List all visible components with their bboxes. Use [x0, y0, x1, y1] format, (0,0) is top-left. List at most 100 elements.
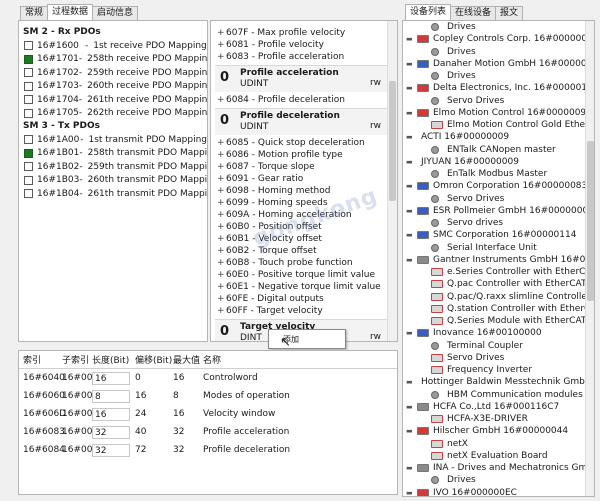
vendor-node[interactable]: ▬ IVO 16#000000EC — [403, 487, 594, 497]
table-row[interactable]: 16#6084 16#00 32 72 32 Profile deceleration — [19, 441, 397, 459]
object-row[interactable]: +6086 - Motion profile type — [211, 149, 397, 161]
expand-icon[interactable]: + — [217, 27, 226, 39]
device-group-node[interactable]: netX Evaluation Board — [403, 450, 594, 462]
collapse-icon[interactable]: ▬ — [406, 156, 414, 168]
pdo-row[interactable]: 16#1703-260th receive PDO Mapping — [19, 80, 207, 94]
vendor-node[interactable]: ▬ Hottinger Baldwin Messtechnik GmbH — [403, 376, 594, 388]
pdo-checkbox[interactable] — [24, 95, 33, 105]
object-entry-box[interactable]: 0 Profile acceleration UDINT rw — [215, 65, 395, 92]
object-row[interactable]: +60B2 - Torque offset — [211, 245, 397, 257]
object-row[interactable]: +6083 - Profile acceleration — [211, 51, 397, 63]
vendor-node[interactable]: ▬ Gantner Instruments GmbH 16#00000026 — [403, 254, 594, 266]
length-field[interactable]: 16 — [92, 371, 130, 385]
pdo-checkbox[interactable] — [24, 189, 33, 199]
length-field[interactable]: 32 — [92, 425, 130, 439]
table-row[interactable]: 16#606D 16#00 16 24 16 Velocity window — [19, 405, 397, 423]
expand-icon[interactable]: + — [217, 161, 226, 173]
collapse-icon[interactable]: ▬ — [406, 33, 414, 45]
object-row[interactable]: +60B8 - Touch probe function — [211, 257, 397, 269]
table-row[interactable]: 16#6040 16#00 16 0 16 Controlword — [19, 369, 397, 387]
vendor-node[interactable]: ▬ Elmo Motion Control 16#0000009A — [403, 107, 594, 119]
object-row[interactable]: +60E0 - Positive torque limit value — [211, 269, 397, 281]
collapse-icon[interactable]: ▬ — [406, 107, 414, 119]
vendor-node[interactable]: ▬ ACTI 16#00000009 — [403, 131, 594, 143]
expand-icon[interactable]: + — [217, 233, 226, 245]
object-list-scrollbar[interactable] — [387, 21, 397, 341]
collapse-icon[interactable]: ▬ — [406, 487, 414, 497]
device-group-node[interactable]: Serial Interface Unit — [403, 242, 594, 254]
device-group-node[interactable]: Servo Drives — [403, 193, 594, 205]
pdo-row[interactable]: 16#1A00-1st transmit PDO Mapping — [19, 133, 207, 147]
table-row[interactable]: 16#6060 16#00 8 16 8 Modes of operation — [19, 387, 397, 405]
pdo-row[interactable]: 16#1B03-260th transmit PDO Mapping — [19, 174, 207, 188]
pdo-row[interactable]: 16#1704-261th receive PDO Mapping — [19, 93, 207, 107]
expand-icon[interactable]: + — [217, 245, 226, 257]
collapse-icon[interactable]: ▬ — [406, 462, 414, 474]
vendor-node[interactable]: ▬ Omron Corporation 16#00000083 — [403, 180, 594, 192]
device-group-node[interactable]: Elmo Motion Control Gold EtherCAT — [403, 119, 594, 131]
object-row[interactable]: +60E1 - Negative torque limit value — [211, 281, 397, 293]
tab-messages[interactable]: 报文 — [495, 6, 524, 20]
tab-startup-info[interactable]: 启动信息 — [92, 6, 139, 20]
vendor-node[interactable]: ▬ ESR Pollmeier GmbH 16#0000000F — [403, 205, 594, 217]
object-row[interactable]: +6085 - Quick stop deceleration — [211, 137, 397, 149]
expand-icon[interactable]: + — [217, 209, 226, 221]
object-row[interactable]: +6081 - Profile velocity — [211, 39, 397, 51]
collapse-icon[interactable]: ▬ — [406, 401, 414, 413]
length-field[interactable]: 16 — [92, 407, 130, 421]
expand-icon[interactable]: + — [217, 94, 226, 106]
table-cell[interactable]: 8 — [92, 389, 135, 403]
device-group-node[interactable]: netX — [403, 438, 594, 450]
length-field[interactable]: 32 — [92, 443, 130, 457]
device-group-node[interactable]: Drives — [403, 70, 594, 82]
object-row[interactable]: +6091 - Gear ratio — [211, 173, 397, 185]
collapse-icon[interactable]: ▬ — [406, 82, 414, 94]
tab-online-devices[interactable]: 在线设备 — [450, 6, 497, 20]
device-group-node[interactable]: Drives — [403, 474, 594, 486]
pdo-checkbox[interactable] — [24, 148, 33, 158]
collapse-icon[interactable]: ▬ — [406, 376, 414, 388]
device-group-node[interactable]: HBM Communication modules — [403, 389, 594, 401]
collapse-icon[interactable]: ▬ — [406, 229, 414, 241]
table-cell[interactable]: 32 — [92, 425, 135, 439]
pdo-row[interactable]: 16#1701-258th receive PDO Mapping — [19, 53, 207, 67]
expand-icon[interactable]: + — [217, 137, 226, 149]
expand-icon[interactable]: + — [217, 221, 226, 233]
pdo-row[interactable]: 16#1B02-259th transmit PDO Mapping — [19, 160, 207, 174]
device-group-node[interactable]: HCFA-X3E-DRIVER — [403, 413, 594, 425]
pdo-row[interactable]: 16#1B01-258th transmit PDO Mapping — [19, 147, 207, 161]
vendor-node[interactable]: ▬ Inovance 16#00100000 — [403, 327, 594, 339]
device-group-node[interactable]: Drives — [403, 46, 594, 58]
expand-icon[interactable]: + — [217, 305, 226, 317]
pdo-checkbox[interactable] — [24, 54, 33, 64]
object-row[interactable]: +6087 - Torque slope — [211, 161, 397, 173]
collapse-icon[interactable]: ▬ — [406, 425, 414, 437]
tab-device-list[interactable]: 设备列表 — [405, 4, 452, 20]
device-tree-scrollbar[interactable] — [585, 21, 594, 496]
object-row[interactable]: +60FF - Target velocity — [211, 305, 397, 317]
object-row[interactable]: +60FE - Digital outputs — [211, 293, 397, 305]
device-group-node[interactable]: Frequency Inverter — [403, 364, 594, 376]
scrollbar-thumb[interactable] — [389, 81, 396, 201]
device-group-node[interactable]: Q.station Controller with EtherCAT — [403, 303, 594, 315]
tab-process-data[interactable]: 过程数据 — [47, 4, 94, 20]
device-group-node[interactable]: Servo Drives — [403, 95, 594, 107]
expand-icon[interactable]: + — [217, 149, 226, 161]
table-cell[interactable]: 32 — [92, 443, 135, 457]
object-row[interactable]: +6084 - Profile deceleration — [211, 94, 397, 106]
expand-icon[interactable]: + — [217, 197, 226, 209]
collapse-icon[interactable]: ▬ — [406, 180, 414, 192]
device-group-node[interactable]: Terminal Coupler — [403, 340, 594, 352]
device-group-node[interactable]: ENTalk CANopen master — [403, 144, 594, 156]
expand-icon[interactable]: + — [217, 51, 226, 63]
pdo-checkbox[interactable] — [24, 41, 33, 51]
vendor-node[interactable]: ▬ Danaher Motion GmbH 16#0000006A — [403, 58, 594, 70]
expand-icon[interactable]: + — [217, 257, 226, 269]
device-group-node[interactable]: Servo Drives — [403, 352, 594, 364]
scrollbar-thumb[interactable] — [587, 141, 594, 301]
device-group-node[interactable]: Drives — [403, 21, 594, 33]
object-row[interactable]: +607F - Max profile velocity — [211, 27, 397, 39]
collapse-icon[interactable]: ▬ — [406, 327, 414, 339]
vendor-node[interactable]: ▬ Delta Electronics, Inc. 16#000001DD — [403, 82, 594, 94]
table-row[interactable]: 16#6083 16#00 32 40 32 Profile acceleration — [19, 423, 397, 441]
